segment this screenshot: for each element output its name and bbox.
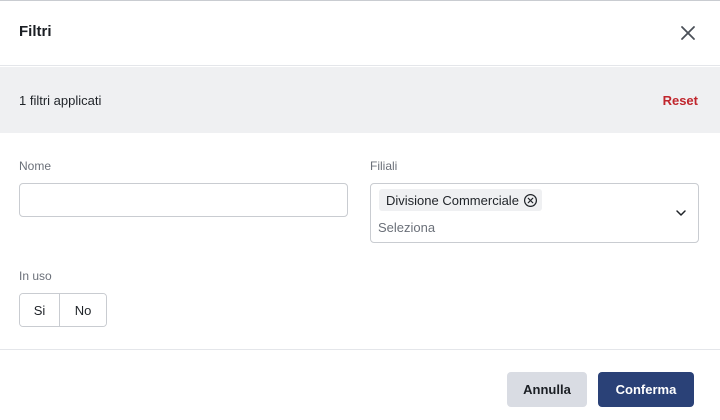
dialog-title: Filtri bbox=[19, 23, 52, 40]
filiali-select[interactable]: Divisione Commerciale Seleziona bbox=[370, 183, 699, 243]
filiali-placeholder: Seleziona bbox=[378, 220, 436, 235]
applied-filters-bar: 1 filtri applicati Reset bbox=[0, 67, 720, 133]
reset-button[interactable]: Reset bbox=[663, 93, 698, 108]
toggle-no-button[interactable]: No bbox=[60, 294, 106, 326]
toggle-si-button[interactable]: Si bbox=[20, 294, 60, 326]
chip-remove-button[interactable] bbox=[523, 193, 538, 208]
dialog-footer: Annulla Conferma bbox=[0, 349, 720, 420]
chip-label: Divisione Commerciale bbox=[386, 192, 519, 208]
filiali-label: Filiali bbox=[370, 159, 398, 173]
selected-chip: Divisione Commerciale bbox=[379, 189, 542, 211]
in-uso-label: In uso bbox=[19, 269, 52, 283]
in-uso-toggle: Si No bbox=[19, 293, 107, 327]
chevron-down-icon bbox=[676, 210, 686, 216]
dialog-header: Filtri bbox=[0, 1, 720, 66]
close-icon bbox=[681, 26, 695, 40]
cancel-button[interactable]: Annulla bbox=[507, 372, 587, 407]
filters-dialog: Filtri 1 filtri applicati Reset Nome Fil… bbox=[0, 0, 720, 420]
circle-x-icon bbox=[523, 193, 537, 207]
nome-input[interactable] bbox=[19, 183, 348, 217]
confirm-button[interactable]: Conferma bbox=[598, 372, 694, 407]
close-button[interactable] bbox=[678, 23, 698, 43]
nome-label: Nome bbox=[19, 159, 52, 173]
applied-filters-count: 1 filtri applicati bbox=[19, 93, 102, 108]
